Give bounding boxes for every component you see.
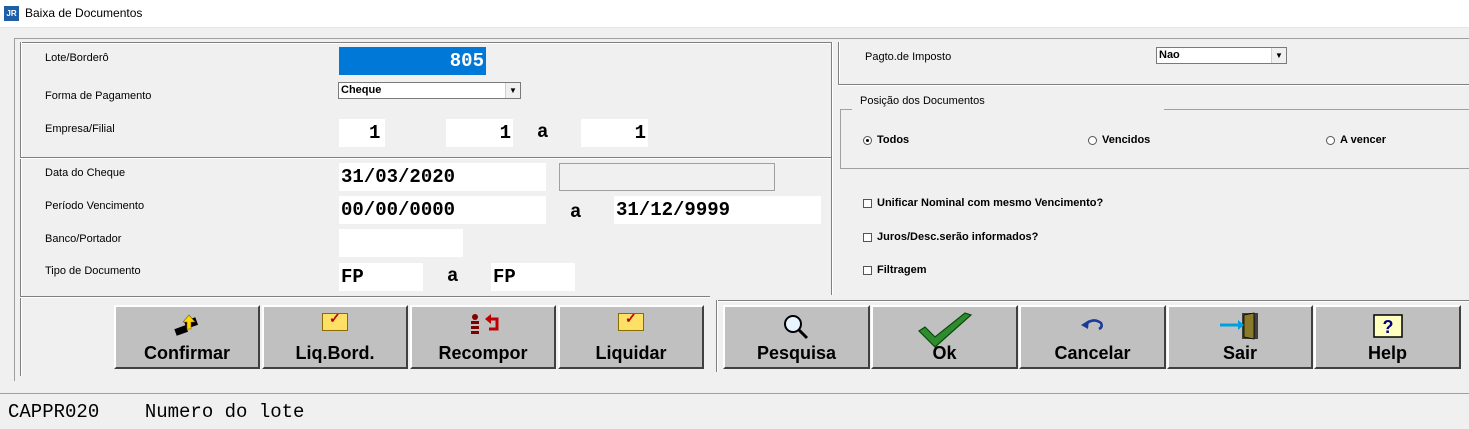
chevron-down-icon[interactable]: ▼ [1271, 48, 1286, 63]
svg-text:?: ? [1382, 317, 1393, 337]
data-cheque-label: Data do Cheque [45, 167, 126, 179]
pagto-imposto-value: Nao [1159, 49, 1180, 61]
tipo-range-separator: a [447, 265, 459, 287]
confirmar-label: Confirmar [143, 343, 230, 363]
forma-pagamento-select[interactable]: Cheque ▼ [338, 82, 521, 99]
pesquisa-label: Pesquisa [756, 343, 837, 363]
periodo-vencimento-label: Período Vencimento [45, 200, 145, 212]
ok-button[interactable]: Ok [871, 305, 1018, 369]
sair-button[interactable]: Sair [1167, 305, 1313, 369]
chevron-down-icon[interactable]: ▼ [505, 83, 520, 98]
title-bar: JR Baixa de Documentos [0, 0, 1469, 28]
folder-check-icon [322, 310, 348, 331]
sair-label: Sair [1222, 343, 1258, 363]
right-top-bottom [838, 84, 1469, 86]
left-bottom-divider [20, 296, 710, 298]
help-icon: ? [1372, 314, 1403, 338]
tipo-to-input[interactable]: FP [491, 263, 575, 291]
check-juros-desc[interactable] [863, 233, 872, 242]
recompose-icon [471, 314, 499, 334]
radio-todos-label: Todos [877, 134, 910, 146]
help-label: Help [1367, 343, 1407, 363]
status-text: CAPPR020 Numero do lote [8, 401, 304, 423]
pesquisa-button[interactable]: Pesquisa [723, 305, 870, 369]
right-button-edge [716, 300, 718, 372]
data-cheque-input[interactable]: 31/03/2020 [339, 163, 546, 191]
magnifier-icon [783, 315, 808, 340]
filial-range-separator: a [537, 121, 549, 143]
periodo-to-input[interactable]: 31/12/9999 [614, 196, 821, 224]
left-edge [20, 42, 22, 376]
left-top-border [20, 42, 831, 44]
data-cheque-extra-field [559, 163, 775, 191]
app-icon: JR [4, 6, 19, 21]
check-filtragem-label: Filtragem [877, 264, 927, 276]
undo-icon [1080, 319, 1103, 331]
help-button[interactable]: ? Help [1314, 305, 1461, 369]
left-right-edge [831, 42, 833, 295]
check-unificar-nominal-label: Unificar Nominal com mesmo Vencimento? [877, 197, 1104, 209]
right-button-top [717, 300, 1469, 302]
periodo-range-separator: a [570, 201, 582, 223]
status-message: Numero do lote [144, 401, 305, 423]
check-juros-desc-label: Juros/Desc.serão informados? [877, 231, 1039, 243]
pagto-imposto-label: Pagto.de Imposto [865, 51, 952, 63]
folder-check-icon [618, 310, 644, 331]
banco-portador-label: Banco/Portador [45, 233, 122, 245]
liquidar-label: Liquidar [595, 343, 667, 363]
radio-vencidos-label: Vencidos [1102, 134, 1151, 146]
liq-bord-label: Liq.Bord. [295, 343, 375, 363]
liquidar-button[interactable]: Liquidar [558, 305, 704, 369]
forma-pagamento-label: Forma de Pagamento [45, 90, 152, 102]
recompor-label: Recompor [438, 343, 528, 363]
empresa-filial-label: Empresa/Filial [45, 123, 115, 135]
cancelar-button[interactable]: Cancelar [1019, 305, 1166, 369]
pagto-imposto-select[interactable]: Nao ▼ [1156, 47, 1287, 64]
radio-vencidos[interactable] [1088, 136, 1097, 145]
tipo-documento-label: Tipo de Documento [45, 265, 141, 277]
lote-label: Lote/Borderô [45, 52, 109, 64]
exit-door-icon [1220, 312, 1258, 340]
filial-to-input[interactable]: 1 [581, 119, 648, 147]
lote-input[interactable]: 805 [339, 47, 486, 75]
window-title: Baixa de Documentos [25, 6, 143, 20]
forma-pagamento-value: Cheque [341, 84, 382, 96]
cancelar-label: Cancelar [1054, 343, 1131, 363]
confirmar-button[interactable]: Confirmar [114, 305, 260, 369]
tipo-from-input[interactable]: FP [339, 263, 423, 291]
radio-a-vencer[interactable] [1326, 136, 1335, 145]
status-code: CAPPR020 [8, 401, 100, 423]
right-top-edge [838, 42, 840, 84]
check-filtragem[interactable] [863, 266, 872, 275]
empresa-input[interactable]: 1 [339, 119, 385, 147]
recompor-button[interactable]: Recompor [410, 305, 556, 369]
liq-bord-button[interactable]: Liq.Bord. [262, 305, 408, 369]
periodo-from-input[interactable]: 00/00/0000 [339, 196, 546, 224]
radio-todos[interactable] [863, 136, 872, 145]
ok-label: Ok [932, 343, 957, 363]
posicao-group-title: Posição dos Documentos [852, 95, 1164, 111]
check-unificar-nominal[interactable] [863, 199, 872, 208]
banco-portador-input[interactable] [339, 229, 463, 257]
radio-a-vencer-label: A vencer [1340, 134, 1387, 146]
filial-from-input[interactable]: 1 [446, 119, 513, 147]
confirm-icon [174, 314, 199, 336]
left-middle-divider [20, 157, 831, 159]
